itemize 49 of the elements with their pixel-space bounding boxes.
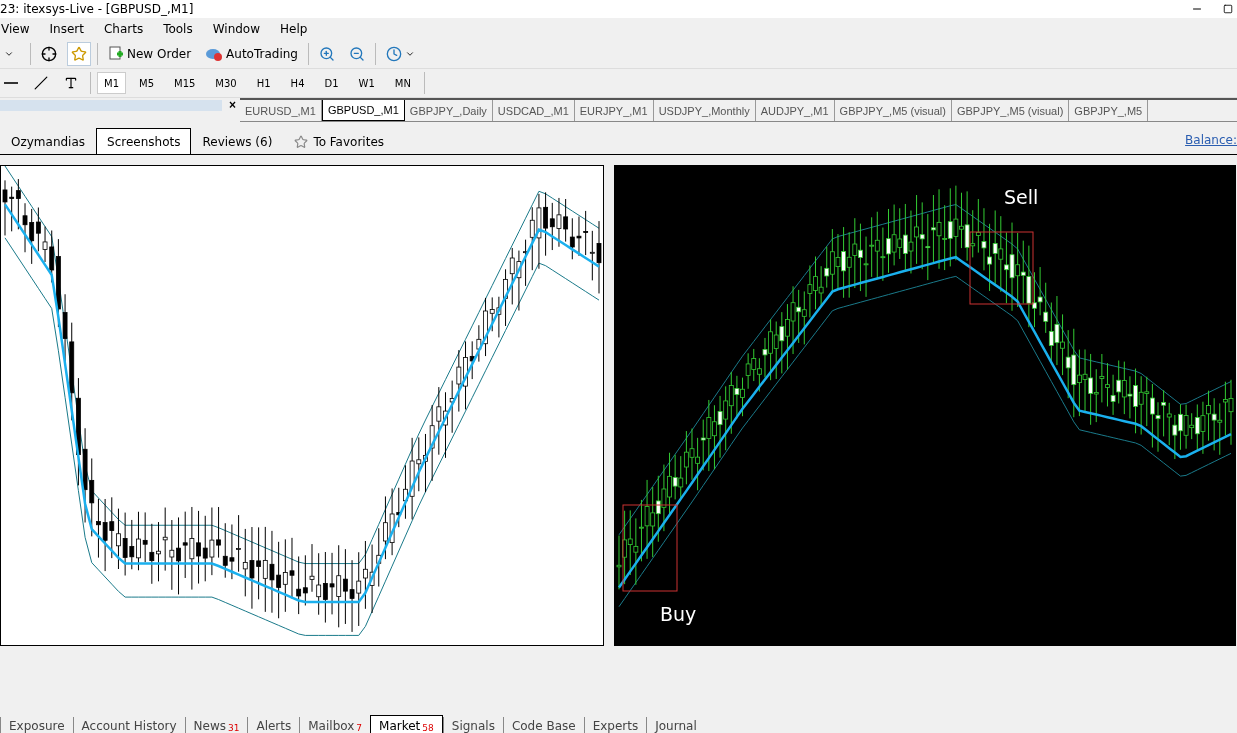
terminal-tab[interactable]: Journal bbox=[646, 717, 705, 733]
zoom-in-icon bbox=[319, 46, 335, 62]
horizontal-line-icon bbox=[4, 82, 18, 84]
robot-icon bbox=[205, 46, 224, 62]
terminal-tab[interactable]: Market 58 bbox=[370, 715, 443, 733]
zoom-out-icon bbox=[349, 46, 365, 62]
favorites-button[interactable] bbox=[67, 42, 91, 66]
menu-item[interactable]: Insert bbox=[49, 22, 84, 36]
terminal-tab[interactable]: Account History bbox=[72, 717, 185, 733]
menu-item[interactable]: Tools bbox=[163, 22, 193, 36]
timeframe-button[interactable]: M30 bbox=[208, 72, 244, 94]
menu-item[interactable]: View bbox=[1, 22, 30, 36]
market-tab[interactable]: Ozymandias bbox=[0, 128, 97, 154]
star-icon bbox=[294, 134, 309, 149]
signal-label: Sell bbox=[1004, 186, 1039, 208]
terminal-tab[interactable]: Experts bbox=[583, 717, 647, 733]
timeframe-button[interactable]: D1 bbox=[317, 72, 346, 94]
timeframe-button[interactable]: H1 bbox=[249, 72, 278, 94]
close-button[interactable]: × bbox=[225, 100, 240, 111]
terminal-tab[interactable]: Signals bbox=[442, 717, 503, 733]
timeframe-button[interactable]: W1 bbox=[351, 72, 382, 94]
market-tab[interactable]: Screenshots bbox=[96, 128, 192, 154]
signal-label: Buy bbox=[660, 603, 697, 625]
menu-item[interactable]: Window bbox=[212, 22, 261, 36]
restore-icon[interactable] bbox=[1223, 4, 1233, 14]
autotrading-button[interactable]: AutoTrading bbox=[201, 42, 302, 66]
document-plus-icon bbox=[108, 46, 124, 62]
timeframe-button[interactable]: M15 bbox=[167, 72, 203, 94]
terminal-tab[interactable]: Exposure bbox=[0, 717, 73, 733]
timeframe-button[interactable]: H4 bbox=[283, 72, 312, 94]
caret-icon bbox=[405, 49, 415, 59]
terminal-tab[interactable]: Alerts bbox=[247, 717, 300, 733]
window-title: 23: itexsys-Live - [GBPUSD_,M1] bbox=[0, 2, 194, 16]
terminal-tab[interactable]: Code Base bbox=[502, 717, 584, 733]
menu-item[interactable]: Charts bbox=[103, 22, 144, 36]
terminal-tab[interactable]: News 31 bbox=[184, 717, 248, 733]
diagonal-line-icon bbox=[34, 76, 48, 90]
chart-tab[interactable]: GBPUSD_,M1 bbox=[321, 100, 405, 121]
market-tab[interactable]: Reviews (6) bbox=[191, 128, 284, 154]
menu-item[interactable]: Help bbox=[280, 22, 308, 36]
new-order-button[interactable]: New Order bbox=[104, 42, 196, 66]
timeframe-button[interactable]: MN bbox=[387, 72, 418, 94]
text-icon bbox=[64, 76, 78, 90]
clock-icon bbox=[386, 46, 402, 62]
favorites-tab[interactable]: To Favorites bbox=[283, 128, 396, 154]
caret-icon bbox=[4, 49, 14, 59]
timeframe-button[interactable]: M5 bbox=[132, 72, 161, 94]
balance-link[interactable]: Balance: bbox=[1185, 133, 1237, 147]
timeframe-button[interactable]: M1 bbox=[97, 72, 126, 94]
